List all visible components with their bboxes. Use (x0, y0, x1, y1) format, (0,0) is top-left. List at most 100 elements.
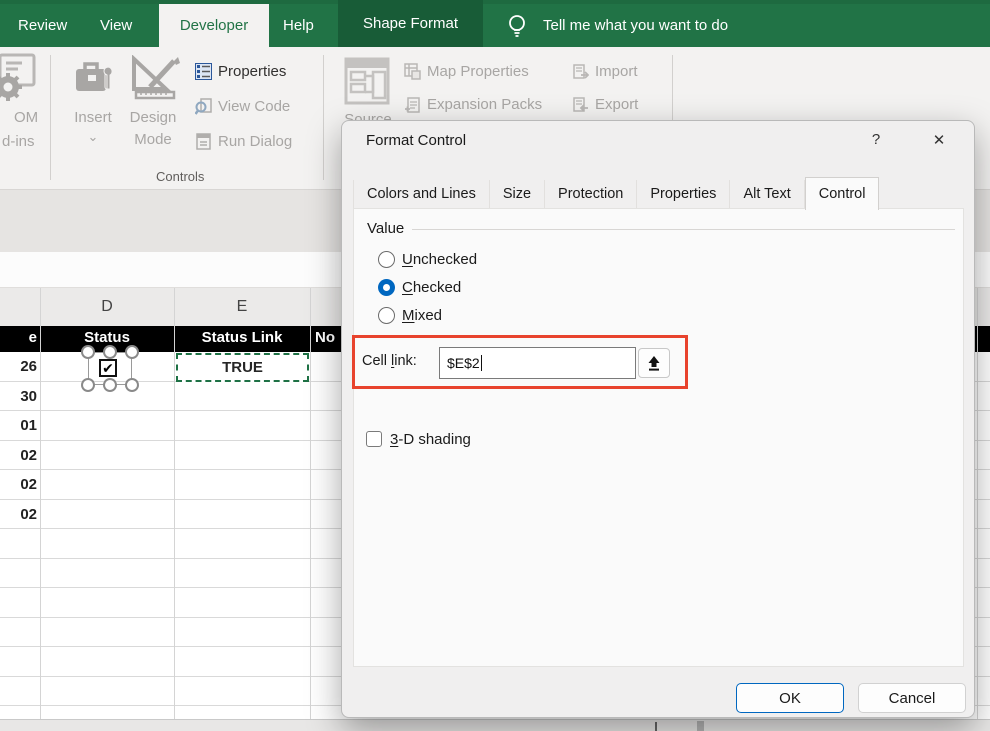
scrollbar-fragment[interactable] (697, 721, 704, 731)
ok-button[interactable]: OK (736, 683, 844, 713)
properties-label: Properties (218, 63, 286, 80)
gridline (310, 288, 311, 719)
ribbon-tab-bar: Review View Developer Help Shape Format … (0, 0, 990, 47)
com-add-ins-label-line1: OM (14, 109, 38, 126)
com-add-ins-icon (0, 53, 48, 107)
ribbon-separator (50, 55, 51, 180)
source-button[interactable] (344, 57, 390, 105)
radio-label: Checked (402, 279, 461, 296)
view-code-button[interactable]: View Code (195, 96, 290, 116)
toolbox-icon (72, 57, 116, 99)
map-properties-icon (404, 63, 421, 80)
sheet-tabs-bar (0, 719, 990, 731)
radio-option-mixed[interactable]: Mixed (378, 303, 442, 327)
text-caret (481, 355, 482, 371)
cell-link-value: $E$2 (447, 355, 480, 371)
insert-label: Insert (60, 109, 126, 126)
collapse-dialog-arrow-icon (646, 355, 662, 372)
import-icon (572, 63, 589, 80)
properties-icon (195, 63, 212, 80)
tab-colors-and-lines[interactable]: Colors and Lines (353, 180, 490, 209)
export-icon (572, 96, 589, 113)
import-button[interactable]: Import (572, 61, 638, 81)
help-button[interactable]: ? (866, 131, 886, 148)
cell-value: 02 (0, 441, 37, 471)
cell-link-label: Cell link: (362, 353, 417, 369)
selection-handle[interactable] (103, 345, 117, 359)
run-dialog-label: Run Dialog (218, 133, 292, 150)
radio-option-unchecked[interactable]: Unchecked (378, 247, 477, 271)
header-cell-status-link: Status Link (174, 329, 310, 346)
control-tab-panel: Value Unchecked Checked Mixed Cell link:… (353, 208, 964, 667)
column-header-d[interactable]: D (40, 288, 174, 326)
map-properties-button[interactable]: Map Properties (404, 61, 529, 81)
tab-developer[interactable]: Developer (159, 4, 269, 47)
tab-control[interactable]: Control (805, 177, 880, 210)
dialog-title: Format Control (366, 132, 466, 149)
gridline (977, 288, 978, 719)
export-button[interactable]: Export (572, 94, 638, 114)
format-control-dialog: Format Control ? ✕ Colors and Lines Size… (341, 120, 975, 718)
close-icon[interactable]: ✕ (928, 130, 950, 152)
tab-help[interactable]: Help (283, 4, 314, 47)
export-label: Export (595, 96, 638, 113)
group-divider (412, 229, 955, 230)
design-mode-label-line2: Mode (122, 131, 184, 148)
radio-option-checked[interactable]: Checked (378, 275, 461, 299)
gridline (174, 288, 175, 719)
run-dialog-button[interactable]: Run Dialog (195, 131, 292, 151)
tab-view[interactable]: View (100, 4, 132, 47)
selection-handle[interactable] (103, 378, 117, 392)
com-add-ins-label-line2: d-ins (2, 133, 35, 150)
dialog-tab-strip: Colors and Lines Size Protection Propert… (353, 178, 879, 209)
radio-label: Unchecked (402, 251, 477, 268)
pane-divider (655, 722, 657, 731)
column-header-e[interactable]: E (174, 288, 310, 326)
tab-alt-text[interactable]: Alt Text (730, 180, 804, 209)
expansion-packs-label: Expansion Packs (427, 96, 542, 113)
3d-shading-label: 3-D shading (390, 431, 471, 448)
radio-icon (378, 307, 395, 324)
properties-button[interactable]: Properties (195, 61, 286, 81)
cell-value: 01 (0, 411, 37, 441)
cell-value: 02 (0, 470, 37, 500)
view-code-icon (195, 98, 212, 115)
tab-size[interactable]: Size (490, 180, 545, 209)
range-selector-button[interactable] (638, 348, 670, 378)
lightbulb-icon (504, 12, 530, 40)
checkbox-icon (366, 431, 382, 447)
3d-shading-option[interactable]: 3-D shading (366, 428, 471, 450)
cancel-button[interactable]: Cancel (858, 683, 966, 713)
cell-value: 30 (0, 382, 37, 412)
linked-cell-true[interactable]: TRUE (176, 353, 309, 382)
import-label: Import (595, 63, 638, 80)
design-mode-label-line1: Design (122, 109, 184, 126)
header-cell-date-fragment: e (0, 329, 37, 346)
selection-handle[interactable] (125, 378, 139, 392)
design-mode-icon (128, 55, 182, 101)
header-cell-status: Status (40, 329, 174, 346)
selection-handle[interactable] (81, 345, 95, 359)
tell-me-box[interactable]: Tell me what you want to do (543, 4, 728, 47)
insert-chevron-icon: ⌄ (60, 129, 126, 145)
sheet-checkbox-control[interactable]: ✔ (99, 359, 117, 377)
selection-handle[interactable] (125, 345, 139, 359)
controls-group-label: Controls (156, 169, 204, 184)
cell-value: 26 (0, 352, 37, 382)
tab-shape-format[interactable]: Shape Format (338, 0, 483, 47)
tab-protection[interactable]: Protection (545, 180, 637, 209)
cell-value: 02 (0, 500, 37, 530)
value-group-label: Value (367, 220, 404, 237)
expansion-packs-button[interactable]: Expansion Packs (404, 94, 542, 114)
run-dialog-icon (195, 133, 212, 150)
radio-label: Mixed (402, 307, 442, 324)
cell-link-input[interactable]: $E$2 (439, 347, 636, 379)
tab-review[interactable]: Review (18, 4, 67, 47)
selection-handle[interactable] (81, 378, 95, 392)
com-add-ins-button[interactable] (0, 53, 48, 107)
source-icon (344, 57, 390, 105)
view-code-label: View Code (218, 98, 290, 115)
tab-properties[interactable]: Properties (637, 180, 730, 209)
radio-selected-icon (378, 279, 395, 296)
ribbon-separator (323, 55, 324, 180)
